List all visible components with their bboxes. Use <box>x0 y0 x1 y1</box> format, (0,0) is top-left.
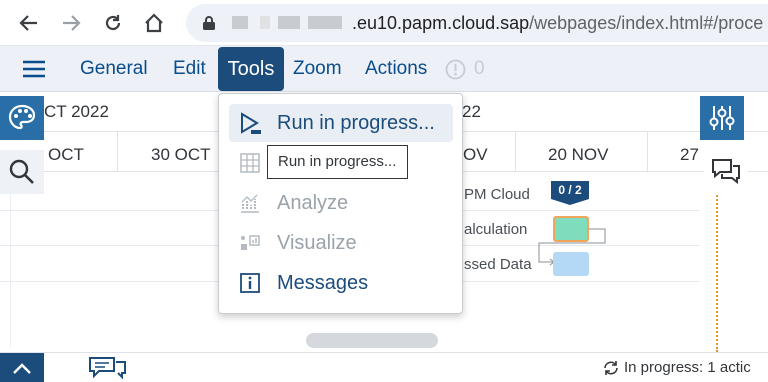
url-text: .eu10.papm.cloud.sap/webpages/index.html… <box>352 13 764 33</box>
actions-count: 0 <box>474 58 485 79</box>
visualize-icon <box>241 235 260 250</box>
sync-icon <box>604 361 618 375</box>
menu-general[interactable]: General <box>80 46 148 92</box>
menu-item-label: Run in progress... <box>277 112 435 134</box>
day-label: OV <box>463 145 488 164</box>
messages-icon[interactable] <box>88 356 128 380</box>
settings-sliders-button[interactable] <box>700 96 744 140</box>
menu-item-run-in-progress[interactable]: Run in progress... <box>229 104 453 142</box>
reload-button[interactable] <box>98 8 128 38</box>
analyze-icon <box>241 194 259 213</box>
reload-icon <box>105 15 121 31</box>
redacted-block <box>232 16 248 29</box>
forward-button[interactable] <box>56 8 86 38</box>
menu-item-label: Analyze <box>277 192 349 214</box>
theme-button[interactable] <box>0 96 44 140</box>
search-button[interactable] <box>0 150 44 194</box>
menu-item-label: Messages <box>277 272 369 294</box>
menu-item-label: Visualize <box>277 232 357 254</box>
chevron-up-icon <box>13 363 31 374</box>
forward-arrow-icon <box>63 15 81 31</box>
hamburger-menu-button[interactable] <box>22 60 46 78</box>
browser-toolbar: .eu10.papm.cloud.sap/webpages/index.html… <box>0 0 768 46</box>
month-label: CT 2022 <box>44 102 109 121</box>
info-icon <box>240 273 260 293</box>
sliders-icon <box>709 106 735 130</box>
process-label: ssed Data <box>464 256 532 273</box>
process-label: PM Cloud <box>464 186 530 203</box>
day-label: 27 <box>680 145 699 164</box>
menu-item-visualize: Visualize <box>229 224 453 262</box>
tooltip: Run in progress... <box>267 145 408 179</box>
process-label: alculation <box>464 221 528 238</box>
menu-tools[interactable]: Tools <box>218 47 284 91</box>
status-text: In progress: 1 actic <box>624 359 751 376</box>
home-icon <box>145 13 163 33</box>
redacted-block <box>260 16 270 29</box>
app-header: General Edit Tools Zoom Actions 0 <box>0 46 768 92</box>
today-line <box>716 192 718 352</box>
column-divider <box>647 132 648 172</box>
column-divider <box>10 172 11 347</box>
lock-icon <box>203 16 215 30</box>
footer-bar: In progress: 1 actic <box>0 352 768 382</box>
address-bar[interactable]: .eu10.papm.cloud.sap/webpages/index.html… <box>186 4 768 42</box>
redacted-block <box>308 16 342 29</box>
hamburger-icon <box>23 60 45 78</box>
menu-item-analyze: Analyze <box>229 184 453 222</box>
comments-button[interactable] <box>704 150 748 194</box>
progress-badge[interactable]: 0 / 2 <box>551 181 589 205</box>
processed-data-block[interactable] <box>553 252 589 276</box>
horizontal-scrollbar[interactable] <box>306 333 438 348</box>
menu-actions[interactable]: Actions <box>365 46 427 92</box>
day-label: OCT <box>48 145 84 164</box>
month-label: 22 <box>462 102 481 121</box>
redacted-block <box>278 16 300 29</box>
alert-icon <box>445 59 466 80</box>
grid-icon <box>240 153 260 173</box>
search-icon <box>9 159 34 184</box>
day-label: 20 NOV <box>548 145 609 164</box>
chat-icon <box>712 159 740 185</box>
play-icon <box>241 112 261 134</box>
column-divider <box>117 132 118 172</box>
expand-footer-button[interactable] <box>0 353 44 382</box>
home-button[interactable] <box>139 8 169 38</box>
palette-icon <box>8 104 36 130</box>
menu-zoom[interactable]: Zoom <box>293 46 342 92</box>
menu-edit[interactable]: Edit <box>173 46 206 92</box>
badge-text: 0 / 2 <box>558 183 582 197</box>
menu-item-messages[interactable]: Messages <box>229 264 453 302</box>
column-divider <box>515 132 516 172</box>
back-arrow-icon <box>19 15 37 31</box>
day-label: 30 OCT <box>151 145 211 164</box>
tools-dropdown-menu: Run in progress... Analyze Visualize Mes… <box>218 93 463 314</box>
back-button[interactable] <box>14 8 44 38</box>
